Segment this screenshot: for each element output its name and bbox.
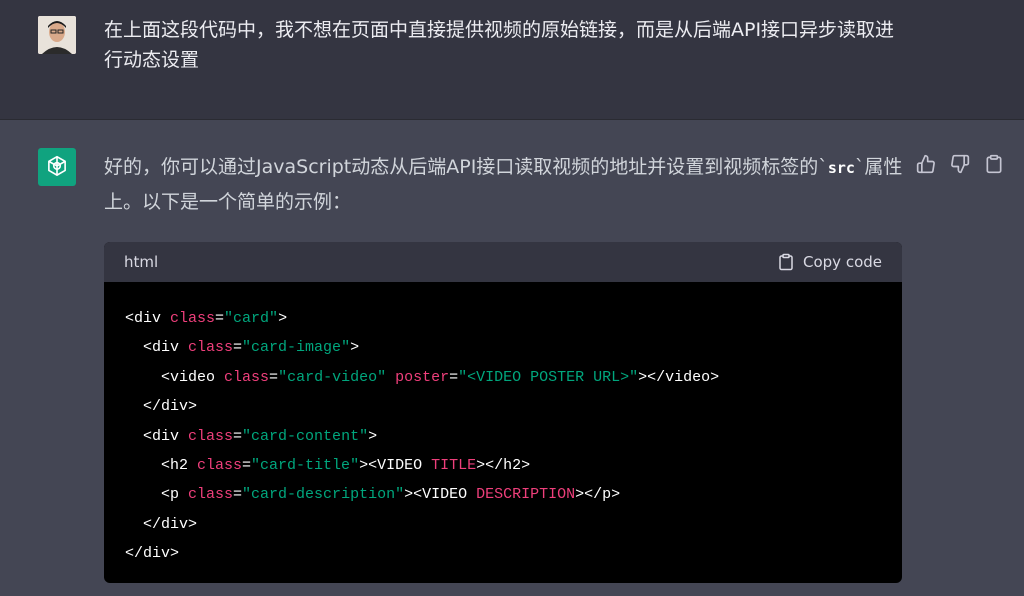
code-line: <div class="card-image"> xyxy=(125,333,881,362)
code-token: "card-content" xyxy=(242,427,369,445)
code-token: > xyxy=(350,339,360,357)
code-token: </div> xyxy=(125,398,198,416)
code-token: "card" xyxy=(224,310,279,327)
code-token: <div xyxy=(125,427,189,445)
code-token: "<VIDEO POSTER URL>" xyxy=(458,368,639,386)
chatgpt-logo-icon xyxy=(38,148,76,186)
message-actions xyxy=(916,154,1008,176)
clipboard-icon xyxy=(779,253,793,271)
code-token: DESCRIPTION xyxy=(476,486,576,504)
code-token: "card-video" xyxy=(278,368,387,386)
assistant-text-before: 好的，你可以通过JavaScript动态从后端API接口读取视频的地址并设置到视… xyxy=(104,156,828,178)
code-token: class xyxy=(188,427,234,445)
code-token: </div> xyxy=(125,545,180,563)
user-message-row: 在上面这段代码中，我不想在页面中直接提供视频的原始链接，而是从后端API接口异步… xyxy=(0,0,1024,120)
copy-code-label: Copy code xyxy=(803,253,882,271)
code-token: class xyxy=(170,310,216,327)
code-token: <video xyxy=(125,368,225,386)
code-line: <h2 class="card-title"><VIDEO TITLE></h2… xyxy=(125,451,881,480)
code-token: class xyxy=(197,457,243,475)
code-token: <div xyxy=(125,310,171,327)
assistant-message-text: 好的，你可以通过JavaScript动态从后端API接口读取视频的地址并设置到视… xyxy=(104,150,904,219)
code-line: <div class="card-content"> xyxy=(125,422,881,451)
user-avatar-image xyxy=(38,16,76,54)
copy-code-button[interactable]: Copy code xyxy=(777,253,882,271)
code-token: > xyxy=(278,310,288,327)
code-line: </div> xyxy=(125,510,881,539)
code-token: ><VIDEO xyxy=(404,486,477,504)
code-token: ><VIDEO xyxy=(359,457,432,475)
code-token: "card-description" xyxy=(242,486,405,504)
assistant-message-row: 好的，你可以通过JavaScript动态从后端API接口读取视频的地址并设置到视… xyxy=(0,120,1024,596)
code-token: <p xyxy=(125,486,189,504)
thumbs-up-icon[interactable] xyxy=(916,154,936,174)
code-line: <div class="card"> xyxy=(125,304,881,333)
code-line: <video class="card-video" poster="<VIDEO… xyxy=(125,363,881,392)
code-token: <h2 xyxy=(125,457,198,475)
code-token: = xyxy=(449,368,459,386)
code-token: TITLE xyxy=(431,457,477,475)
clipboard-icon[interactable] xyxy=(984,154,1004,174)
code-token: ></video> xyxy=(638,368,720,386)
code-token: = xyxy=(233,339,243,357)
code-token: class xyxy=(188,486,234,504)
inline-code: src xyxy=(827,159,855,177)
user-avatar xyxy=(38,16,76,54)
code-token: </div> xyxy=(125,515,198,533)
code-token: = xyxy=(233,486,243,504)
code-token: "card-image" xyxy=(242,339,351,357)
thumbs-down-icon[interactable] xyxy=(950,154,970,174)
code-token: <div xyxy=(125,339,189,357)
code-token: ></h2> xyxy=(476,457,531,475)
code-token: "card-title" xyxy=(251,457,360,475)
code-token: class xyxy=(224,368,270,386)
code-language-label: html xyxy=(124,253,159,271)
code-token: ></p> xyxy=(575,486,621,504)
code-block: html Copy code <div class="card"> <div c… xyxy=(104,242,902,583)
code-token: = xyxy=(233,427,243,445)
code-token: = xyxy=(215,310,225,327)
code-line: </div> xyxy=(125,392,881,421)
code-token: > xyxy=(368,427,378,445)
code-token: = xyxy=(269,368,279,386)
code-header: html Copy code xyxy=(104,242,902,282)
code-token: poster xyxy=(395,368,450,386)
code-line: <p class="card-description"><VIDEO DESCR… xyxy=(125,480,881,509)
code-token: class xyxy=(188,339,234,357)
code-content: <div class="card"> <div class="card-imag… xyxy=(104,282,902,583)
user-message-text: 在上面这段代码中，我不想在页面中直接提供视频的原始链接，而是从后端API接口异步… xyxy=(104,19,895,71)
code-token: = xyxy=(242,457,252,475)
code-line: </div> xyxy=(125,539,881,568)
